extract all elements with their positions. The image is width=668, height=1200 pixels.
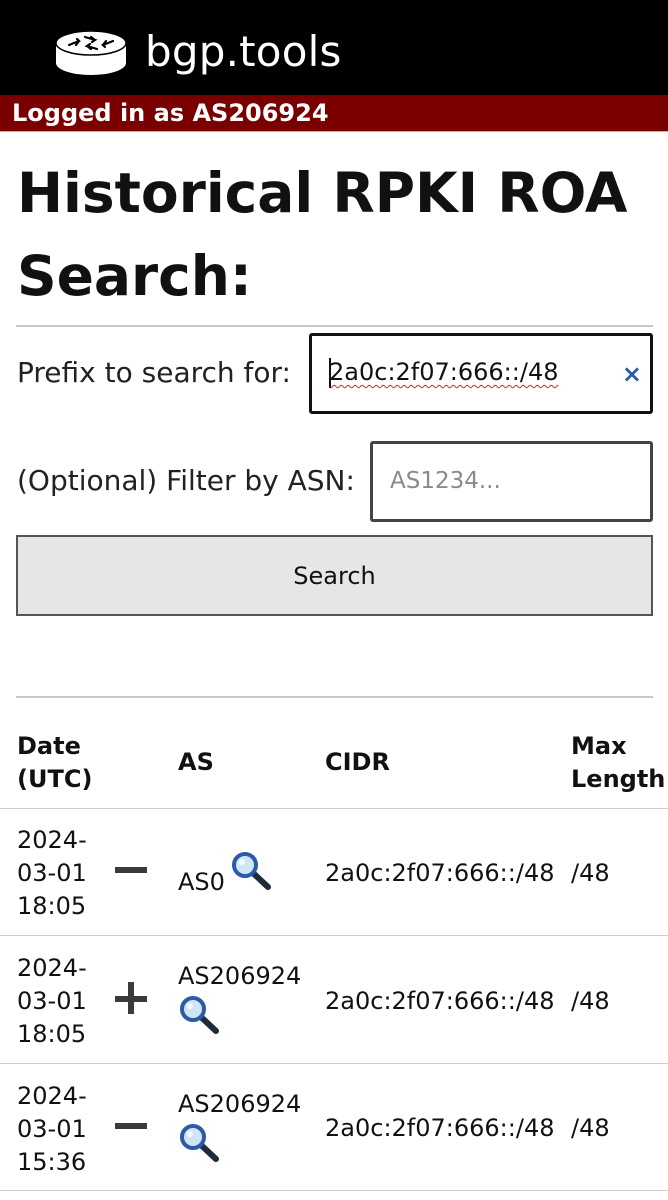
plus-icon [115,982,149,1016]
search-icon[interactable] [178,1122,220,1164]
date-part: 03-01 [17,987,87,1015]
column-header-max-line1: Max [571,732,627,760]
top-bar: bgp.tools [0,0,668,95]
column-header-cidr: CIDR [325,748,390,776]
asn-filter-input[interactable]: AS1234... [370,441,653,522]
table-row-as[interactable]: AS0 [178,866,225,899]
table-row-max-length: /48 [571,987,610,1015]
minus-icon [115,1109,149,1143]
column-header-date: Date (UTC) [17,730,92,796]
table-row-max-length: /48 [571,859,610,887]
search-icon[interactable] [178,994,220,1036]
date-part: 2024- [17,954,87,982]
row-divider [0,935,668,936]
search-button[interactable]: Search [16,535,653,616]
time-part: 18:05 [17,1020,87,1048]
date-part: 03-01 [17,1115,87,1143]
column-header-max-line2: Length [571,765,666,793]
row-divider [0,1063,668,1064]
row-divider [0,808,668,809]
table-row-date: 2024- 03-01 18:05 [17,824,87,923]
login-status-text: Logged in as AS206924 [12,99,329,127]
text-caret [329,358,331,388]
clear-icon[interactable]: × [622,360,642,388]
login-status-bar: Logged in as AS206924 [0,95,668,132]
page-title: Historical RPKI ROA Search: [17,161,628,308]
asn-label: (Optional) Filter by ASN: [17,464,355,497]
column-header-as: AS [178,748,214,776]
prefix-input-value: 2a0c:2f07:666::/48 [329,358,559,386]
table-row-as[interactable]: AS206924 [178,1088,301,1121]
table-row-date: 2024- 03-01 15:36 [17,1080,87,1179]
time-part: 18:05 [17,892,87,920]
router-icon[interactable] [55,29,127,77]
prefix-input[interactable]: 2a0c:2f07:666::/48 × [309,333,653,414]
time-part: 15:36 [17,1148,87,1176]
column-header-date-line2: (UTC) [17,765,93,793]
prefix-label: Prefix to search for: [17,356,291,389]
column-header-date-line1: Date [17,732,81,760]
table-row-cidr: 2a0c:2f07:666::/48 [325,859,555,887]
table-row-cidr: 2a0c:2f07:666::/48 [325,987,555,1015]
table-row-max-length: /48 [571,1114,610,1142]
date-part: 03-01 [17,859,87,887]
column-header-max-length: Max Length [571,730,665,796]
date-part: 2024- [17,1082,87,1110]
table-row-date: 2024- 03-01 18:05 [17,952,87,1051]
divider [16,696,653,698]
minus-icon [115,853,149,887]
table-row-as[interactable]: AS206924 [178,960,301,993]
table-row-cidr: 2a0c:2f07:666::/48 [325,1114,555,1142]
row-divider [0,1190,668,1191]
asn-placeholder: AS1234... [390,468,501,494]
search-icon[interactable] [230,850,272,892]
brand-name[interactable]: bgp.tools [145,27,342,76]
divider [16,325,653,327]
date-part: 2024- [17,826,87,854]
